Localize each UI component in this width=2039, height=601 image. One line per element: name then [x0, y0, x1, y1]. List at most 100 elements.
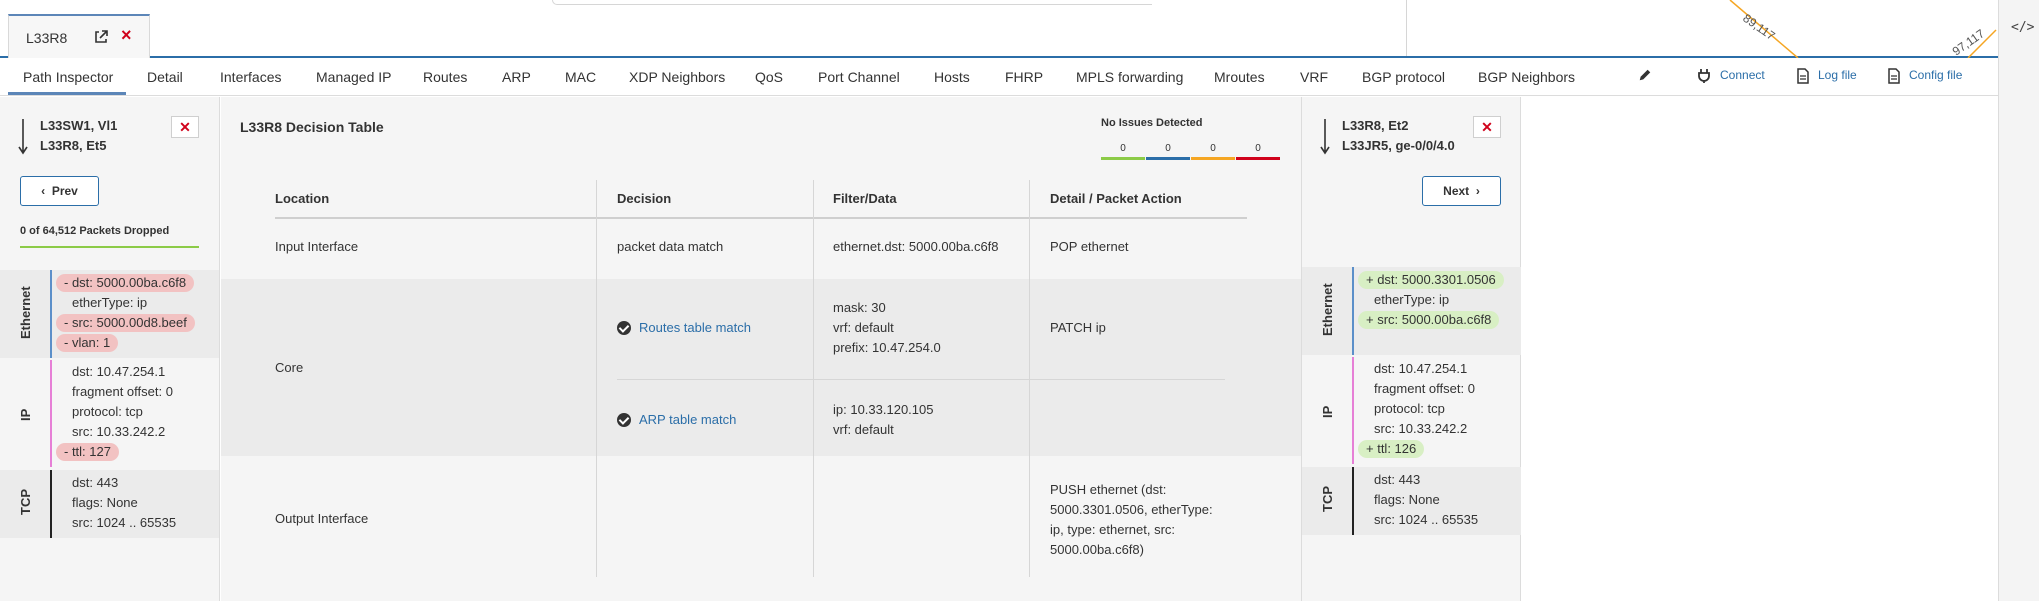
tab-xdp-neighbors[interactable]: XDP Neighbors — [629, 69, 725, 85]
field: etherType: ip — [72, 295, 148, 310]
ip-rule — [50, 360, 52, 467]
table-row-core — [221, 279, 1301, 456]
topology-link-label-1: 89,117 — [1740, 11, 1778, 43]
tab-fhrp[interactable]: FHRP — [1005, 69, 1043, 85]
ip-label: IP — [18, 408, 33, 421]
tcp-header-group: TCP dst: 443 flags: None src: 1024 .. 65… — [0, 470, 219, 538]
issue-count-ok: 0 — [1120, 143, 1126, 154]
hop-interface: L33R8, Et5 — [40, 138, 107, 153]
next-button-label: Next — [1443, 184, 1470, 198]
field: src: 1024 .. 65535 — [1374, 512, 1479, 527]
tab-bgp-neighbors[interactable]: BGP Neighbors — [1478, 69, 1575, 85]
tab-hosts[interactable]: Hosts — [934, 69, 970, 85]
tab-mac[interactable]: MAC — [565, 69, 596, 85]
topology-divider — [1406, 0, 1407, 56]
routes-table-match-link[interactable]: Routes table match — [639, 318, 751, 338]
prev-button-label: Prev — [51, 184, 78, 198]
arp-table-match-link[interactable]: ARP table match — [639, 410, 736, 430]
issue-bar-info — [1146, 157, 1190, 160]
tab-port-channel[interactable]: Port Channel — [818, 69, 900, 85]
tcp-rule — [50, 470, 52, 538]
ethernet-header-group: Ethernet - dst: 5000.00ba.c6f8 etherType… — [0, 270, 219, 358]
issue-count-info: 0 — [1165, 143, 1171, 154]
ethernet-label: Ethernet — [18, 286, 33, 339]
code-icon[interactable]: </> — [2011, 20, 2034, 35]
prev-button[interactable]: ‹ Prev — [20, 176, 99, 206]
ethernet-rule — [50, 270, 52, 358]
next-button[interactable]: Next › — [1422, 176, 1501, 206]
removed-field: - src: 5000.00d8.beef — [56, 314, 195, 332]
routes-action: PATCH ip — [1050, 320, 1106, 335]
tcp-rule — [1352, 467, 1354, 535]
close-icon[interactable]: × — [121, 26, 132, 44]
close-hop-button[interactable]: ✕ — [1473, 116, 1501, 138]
ethernet-label: Ethernet — [1320, 283, 1335, 336]
tab-managed-ip[interactable]: Managed IP — [316, 69, 392, 85]
tab-vrf[interactable]: VRF — [1300, 69, 1328, 85]
removed-field: - vlan: 1 — [56, 334, 119, 352]
tab-mpls-forwarding[interactable]: MPLS forwarding — [1076, 69, 1183, 85]
input-action: POP ethernet — [1050, 239, 1129, 254]
routes-filter-vrf: vrf: default — [833, 320, 894, 335]
column-header-decision[interactable]: Decision — [617, 191, 671, 206]
tab-arp[interactable]: ARP — [502, 69, 531, 85]
field: src: 10.33.242.2 — [72, 424, 166, 439]
added-field: + ttl: 126 — [1358, 440, 1425, 458]
external-link-icon[interactable] — [93, 29, 109, 45]
chevron-right-icon: › — [1475, 184, 1480, 198]
arrow-down-icon — [18, 119, 28, 155]
tab-detail[interactable]: Detail — [147, 69, 183, 85]
packets-dropped-bar — [20, 246, 199, 248]
input-location: Input Interface — [275, 239, 359, 254]
check-circle-icon — [617, 413, 631, 427]
column-header-filter[interactable]: Filter/Data — [833, 191, 897, 206]
output-action-line: PUSH ethernet (dst: — [1050, 482, 1167, 497]
ethernet-rule — [1352, 267, 1354, 355]
arp-filter-vrf: vrf: default — [833, 422, 894, 437]
column-header-action[interactable]: Detail / Packet Action — [1050, 191, 1182, 206]
plug-icon — [1698, 69, 1710, 83]
issue-count-warning: 0 — [1210, 143, 1216, 154]
device-tab[interactable]: L33R8 × — [8, 14, 150, 58]
added-field: + dst: 5000.3301.0506 — [1358, 271, 1504, 289]
routes-filter-mask: mask: 30 — [833, 300, 886, 315]
tab-qos[interactable]: QoS — [755, 69, 783, 85]
field: src: 10.33.242.2 — [1374, 421, 1468, 436]
topology-link-label-2: 97,117 — [1950, 26, 1988, 58]
tab-interfaces[interactable]: Interfaces — [220, 69, 281, 85]
packets-dropped-text: 0 of 64,512 Packets Dropped — [20, 225, 170, 237]
table-row-input — [221, 219, 1301, 275]
tab-routes[interactable]: Routes — [423, 69, 467, 85]
header-divider — [275, 217, 1247, 219]
core-row-divider — [617, 379, 1225, 380]
core-location: Core — [275, 360, 304, 375]
issues-summary: No Issues Detected — [1101, 117, 1203, 129]
issue-bar-warning — [1191, 157, 1235, 160]
arrow-down-icon — [1320, 119, 1330, 155]
ip-rule — [1352, 357, 1354, 464]
close-hop-button[interactable]: ✕ — [171, 116, 199, 138]
ip-header-group: IP dst: 10.47.254.1 fragment offset: 0 p… — [1302, 357, 1521, 464]
field: src: 1024 .. 65535 — [72, 515, 177, 530]
arp-filter-ip: ip: 10.33.120.105 — [833, 402, 934, 417]
topology-node-edge — [552, 0, 1152, 5]
column-header-location[interactable]: Location — [275, 191, 329, 206]
config-file-button[interactable]: Config file — [1909, 68, 1962, 82]
added-field: + src: 5000.00ba.c6f8 — [1358, 311, 1500, 329]
tab-bgp-protocol[interactable]: BGP protocol — [1362, 69, 1445, 85]
issue-count-error: 0 — [1255, 143, 1261, 154]
field: protocol: tcp — [1374, 401, 1445, 416]
output-action-line: 5000.3301.0506, etherType: — [1050, 502, 1213, 517]
connect-button[interactable]: Connect — [1720, 68, 1765, 82]
log-file-button[interactable]: Log file — [1818, 68, 1857, 82]
top-bar: L33R8 × 89,117 97,117 — [0, 0, 2039, 58]
routes-filter-prefix: prefix: 10.47.254.0 — [833, 340, 941, 355]
tab-mroutes[interactable]: Mroutes — [1214, 69, 1265, 85]
tab-path-inspector[interactable]: Path Inspector — [23, 69, 113, 85]
field: fragment offset: 0 — [1374, 381, 1475, 396]
field: dst: 10.47.254.1 — [1374, 361, 1468, 376]
pencil-icon[interactable] — [1638, 67, 1652, 83]
device-tab-label: L33R8 — [26, 30, 68, 46]
hop-ingress: L33SW1, Vl1 — [40, 118, 118, 133]
output-action-line: ip, type: ethernet, src: — [1050, 522, 1176, 537]
